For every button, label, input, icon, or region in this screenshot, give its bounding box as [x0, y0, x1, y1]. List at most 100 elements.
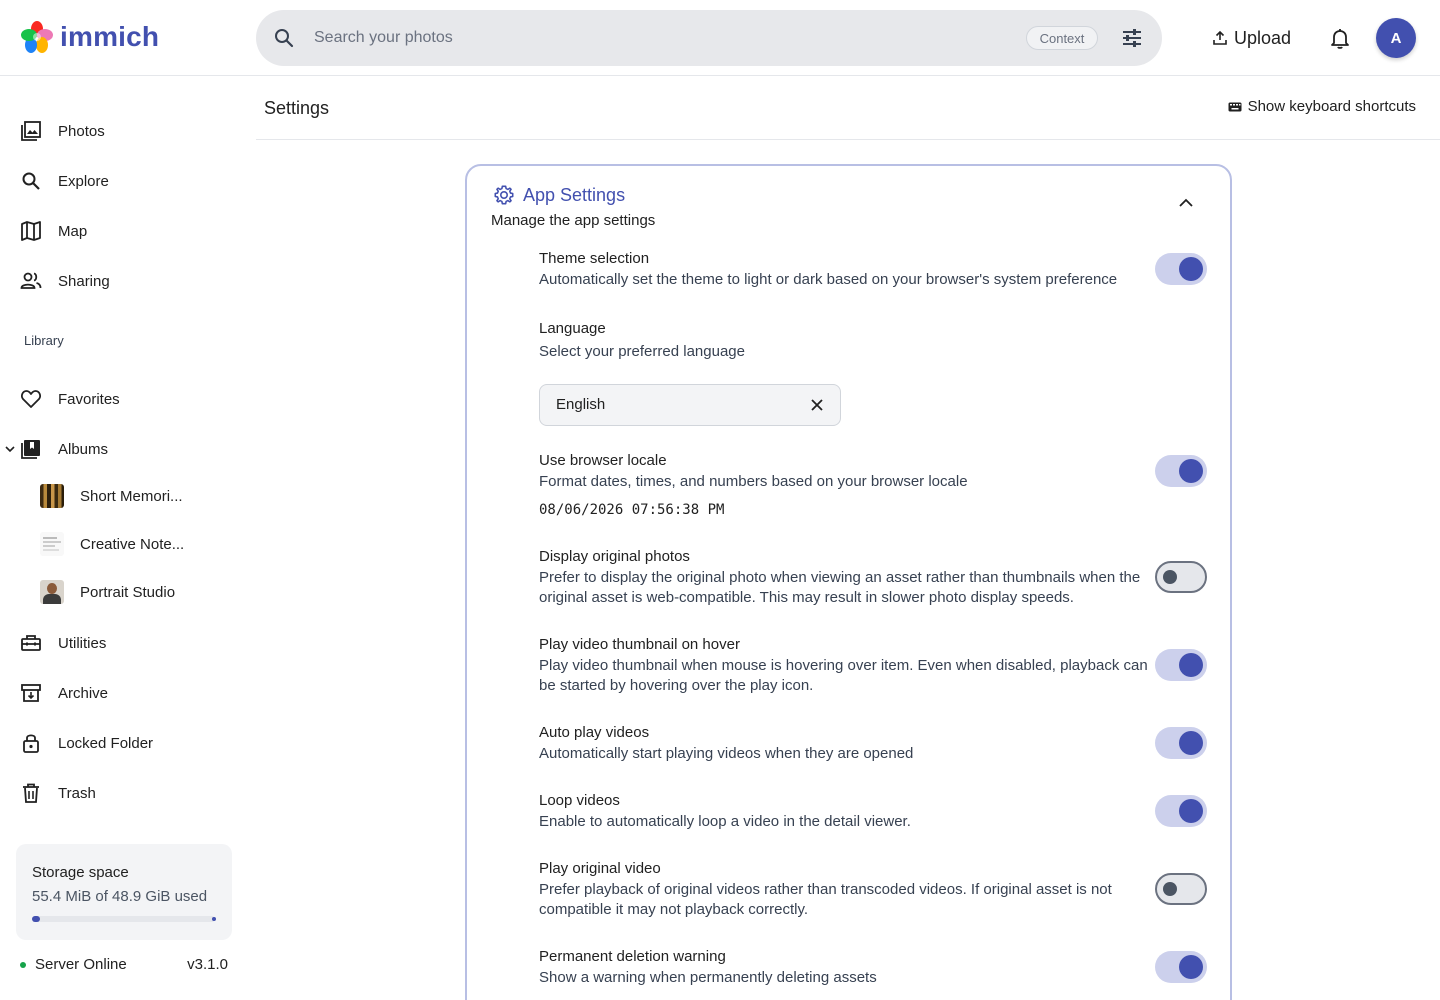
- sidebar-item-locked-folder[interactable]: Locked Folder: [0, 723, 240, 763]
- album-thumbnail: [40, 580, 64, 604]
- sidebar-item-label: Albums: [58, 440, 109, 458]
- locale-date-example: 08/06/2026 07:56:38 PM: [539, 502, 725, 518]
- upload-icon: [1213, 30, 1227, 45]
- settings-header: Settings Show keyboard shortcuts: [256, 76, 1440, 140]
- sidebar-item-label: Photos: [58, 122, 105, 140]
- immich-logo[interactable]: immich: [20, 20, 159, 54]
- setting-description: Prefer playback of original videos rathe…: [539, 881, 1112, 918]
- storage-panel[interactable]: Storage space 55.4 MiB of 48.9 GiB used: [16, 844, 232, 940]
- setting-browser-locale: Use browser locale Format dates, times, …: [539, 450, 1159, 492]
- people-icon: [20, 272, 42, 289]
- setting-description: Play video thumbnail when mouse is hover…: [539, 657, 1148, 694]
- storage-progress-end: [212, 917, 216, 921]
- sidebar-item-label: Utilities: [58, 634, 107, 652]
- context-search-chip[interactable]: Context: [1026, 26, 1098, 50]
- theme-selection-toggle[interactable]: [1155, 253, 1207, 285]
- setting-description: Select your preferred language: [539, 343, 745, 360]
- sidebar-item-trash[interactable]: Trash: [0, 773, 240, 813]
- setting-language: Language Select your preferred language: [539, 318, 1159, 362]
- browser-locale-toggle[interactable]: [1155, 455, 1207, 487]
- toggle-knob: [1179, 799, 1203, 823]
- search-input[interactable]: [314, 10, 1014, 66]
- setting-display-original-photos: Display original photos Prefer to displa…: [539, 546, 1159, 608]
- bell-icon[interactable]: [1328, 26, 1352, 50]
- app-name: immich: [60, 21, 160, 52]
- lock-icon: [23, 734, 39, 753]
- server-version[interactable]: v3.1.0: [187, 956, 228, 973]
- card-subtitle: Manage the app settings: [491, 212, 656, 229]
- server-online-dot: [20, 962, 26, 968]
- auto-play-videos-toggle[interactable]: [1155, 727, 1207, 759]
- keyboard-icon: [1228, 102, 1242, 111]
- sidebar-item-photos[interactable]: Photos: [0, 111, 240, 151]
- close-icon[interactable]: [810, 398, 824, 412]
- display-original-photos-toggle[interactable]: [1155, 561, 1207, 593]
- storage-title: Storage space: [32, 864, 129, 881]
- server-status: Server Online v3.1.0: [20, 956, 232, 976]
- search-icon[interactable]: [272, 26, 296, 50]
- card-title: App Settings: [523, 184, 626, 205]
- gear-icon: [494, 185, 514, 205]
- play-original-video-toggle[interactable]: [1155, 873, 1207, 905]
- tune-icon[interactable]: [1120, 26, 1144, 50]
- toggle-knob: [1179, 731, 1203, 755]
- setting-title: Theme selection: [539, 250, 650, 267]
- sidebar-item-label: Favorites: [58, 390, 120, 408]
- setting-description: Show a warning when permanently deleting…: [539, 969, 877, 986]
- sidebar-item-label: Explore: [58, 172, 109, 190]
- page-title: Settings: [264, 98, 330, 118]
- sidebar-item-map[interactable]: Map: [0, 211, 240, 251]
- storage-progress-fill: [32, 916, 40, 922]
- toggle-knob: [1179, 257, 1203, 281]
- setting-play-video-thumbnail: Play video thumbnail on hover Play video…: [539, 634, 1159, 696]
- setting-permanent-deletion-warning: Permanent deletion warning Show a warnin…: [539, 946, 1159, 988]
- sidebar-item-albums[interactable]: Albums: [0, 429, 240, 469]
- map-icon: [21, 221, 41, 241]
- album-item[interactable]: Short Memori...: [0, 476, 240, 516]
- library-section-label: Library: [24, 333, 64, 348]
- chevron-down-icon[interactable]: [4, 443, 16, 455]
- setting-title: Loop videos: [539, 792, 620, 809]
- search-icon: [22, 172, 40, 190]
- toolbox-icon: [21, 635, 41, 651]
- sidebar-item-label: Archive: [58, 684, 109, 702]
- sidebar-item-favorites[interactable]: Favorites: [0, 379, 240, 419]
- album-item[interactable]: Creative Note...: [0, 524, 240, 564]
- sidebar-item-sharing[interactable]: Sharing: [0, 261, 240, 301]
- album-icon: [21, 440, 40, 459]
- setting-description: Automatically start playing videos when …: [539, 745, 914, 762]
- toggle-knob: [1163, 570, 1177, 584]
- upload-label: Upload: [1234, 27, 1292, 48]
- sidebar-item-label: Sharing: [58, 272, 110, 290]
- setting-play-original-video: Play original video Prefer playback of o…: [539, 858, 1159, 920]
- sidebar-item-label: Map: [58, 222, 88, 240]
- app-settings-header[interactable]: App Settings: [493, 184, 625, 206]
- loop-videos-toggle[interactable]: [1155, 795, 1207, 827]
- album-label: Portrait Studio: [80, 583, 176, 601]
- sidebar-item-archive[interactable]: Archive: [0, 673, 240, 713]
- toggle-knob: [1179, 459, 1203, 483]
- user-avatar[interactable]: A: [1376, 18, 1416, 58]
- heart-icon: [21, 390, 41, 408]
- setting-description: Automatically set the theme to light or …: [539, 271, 1118, 288]
- chevron-up-icon[interactable]: [1178, 198, 1194, 208]
- play-video-thumbnail-toggle[interactable]: [1155, 649, 1207, 681]
- server-status-text: Server Online: [35, 956, 127, 973]
- album-thumbnail: [40, 532, 64, 556]
- toggle-knob: [1163, 882, 1177, 896]
- keyboard-shortcuts-button[interactable]: Show keyboard shortcuts: [1228, 98, 1416, 115]
- trash-icon: [23, 783, 39, 803]
- sidebar-item-utilities[interactable]: Utilities: [0, 623, 240, 663]
- search-bar[interactable]: Context: [256, 10, 1162, 66]
- setting-description: Prefer to display the original photo whe…: [539, 569, 1141, 606]
- permanent-deletion-warning-toggle[interactable]: [1155, 951, 1207, 983]
- app-settings-card: App Settings Manage the app settings The…: [465, 164, 1232, 1000]
- album-item[interactable]: Portrait Studio: [0, 572, 240, 612]
- language-select[interactable]: English: [539, 384, 841, 426]
- setting-auto-play-videos: Auto play videos Automatically start pla…: [539, 722, 1159, 764]
- upload-button[interactable]: Upload: [1212, 24, 1291, 52]
- sidebar-item-explore[interactable]: Explore: [0, 161, 240, 201]
- setting-title: Play original video: [539, 860, 661, 877]
- album-label: Creative Note...: [80, 535, 185, 553]
- sidebar-item-label: Trash: [58, 784, 96, 802]
